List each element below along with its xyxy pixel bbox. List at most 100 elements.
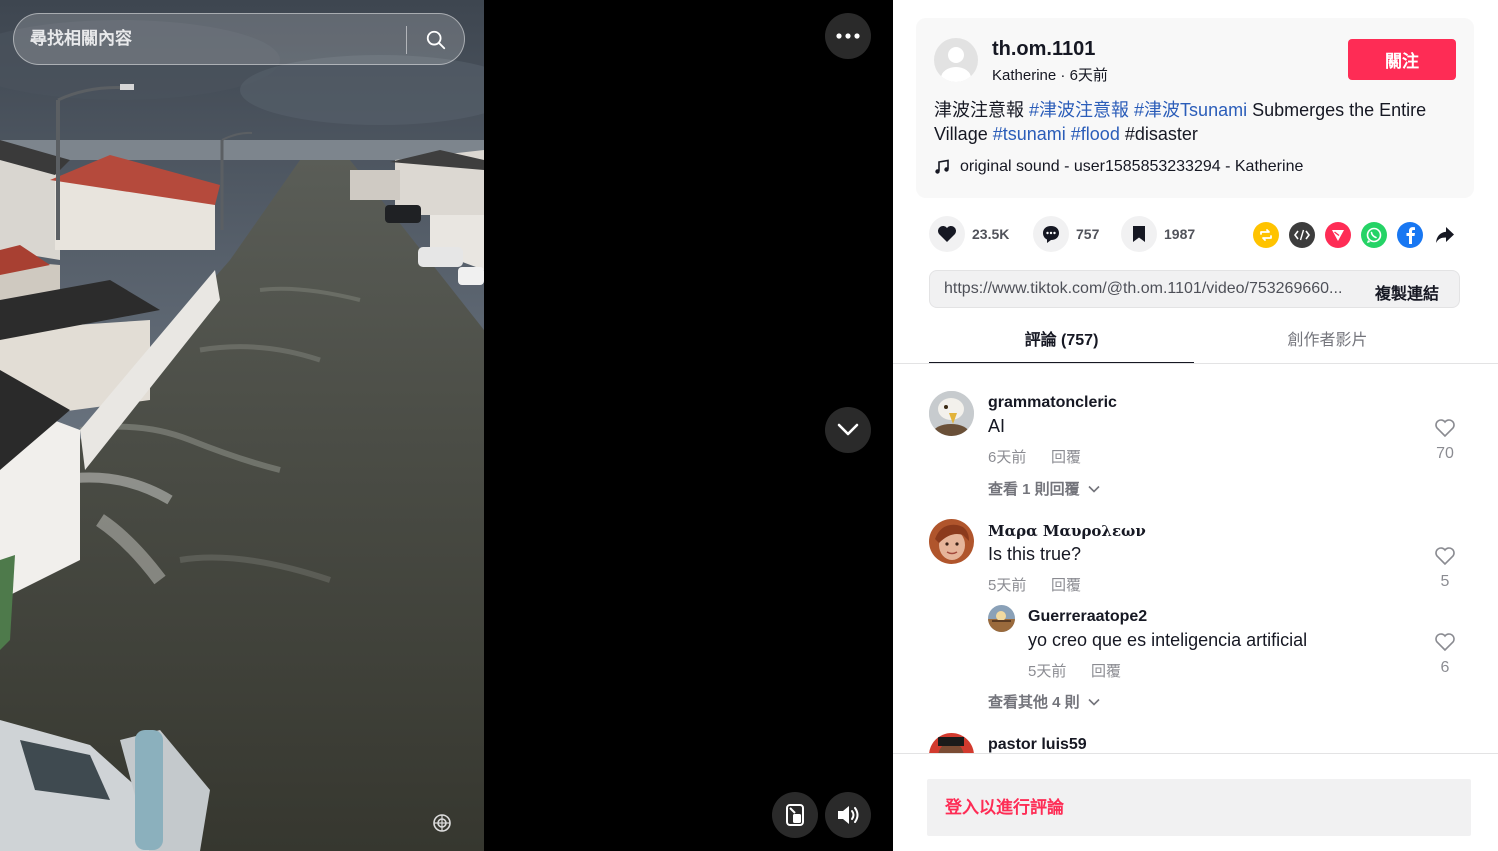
commenter-avatar[interactable] <box>929 519 974 564</box>
more-options-button[interactable] <box>825 13 871 59</box>
video-description: 津波注意報 #津波注意報 #津波Tsunami Submerges the En… <box>934 98 1459 146</box>
favorite-count: 1987 <box>1164 226 1196 242</box>
whatsapp-icon <box>1366 227 1382 243</box>
ellipsis-icon <box>836 33 860 39</box>
view-replies-button[interactable]: 查看 1 則回覆 <box>988 478 1100 499</box>
comment-like-count: 70 <box>1436 445 1454 462</box>
view-more-replies-button[interactable]: 查看其他 4 則 <box>988 691 1100 712</box>
heart-icon <box>938 226 956 242</box>
favorite-button[interactable]: 1987 <box>1121 216 1195 252</box>
hashtag-link[interactable]: #津波注意報 <box>1029 100 1129 120</box>
comment-icon-wrap <box>1033 216 1069 252</box>
video-link-box: https://www.tiktok.com/@th.om.1101/video… <box>929 270 1460 308</box>
comment-like-button[interactable]: 5 <box>1430 546 1460 591</box>
comment-time: 6天前 <box>988 449 1027 466</box>
share-arrow-icon <box>1436 227 1454 243</box>
video-frame[interactable] <box>0 0 484 851</box>
landscape-avatar-image <box>988 605 1015 632</box>
comment-list: grammatoncleric AI 6天前 回覆 70 查看 1 則回覆 Μα… <box>893 364 1498 753</box>
video-player[interactable] <box>0 0 893 851</box>
comment-like-button[interactable]: 70 <box>1430 418 1460 463</box>
send-to-friends-button[interactable] <box>1325 222 1351 248</box>
view-replies-label: 查看 1 則回覆 <box>988 481 1080 498</box>
flood-video-image <box>0 0 484 851</box>
embed-icon <box>1294 229 1310 241</box>
volume-button[interactable] <box>825 792 871 838</box>
embed-button[interactable] <box>1289 222 1315 248</box>
reply-time: 5天前 <box>1028 663 1067 680</box>
search-divider <box>406 26 407 54</box>
author-avatar[interactable] <box>934 38 978 82</box>
repost-icon <box>1260 229 1272 241</box>
next-video-button[interactable] <box>825 407 871 453</box>
view-more-replies-label: 查看其他 4 則 <box>988 694 1080 711</box>
commenter-avatar[interactable] <box>929 733 974 753</box>
comment-bubble-icon <box>1043 226 1059 243</box>
volume-icon <box>838 806 859 824</box>
author-nickname[interactable]: Katherine <box>992 67 1056 84</box>
music-title: original sound - user1585853233294 - Kat… <box>960 158 1304 175</box>
repost-button[interactable] <box>1253 222 1279 248</box>
floating-player-button[interactable] <box>772 792 818 838</box>
separator: · <box>1056 67 1070 84</box>
ai-generated-icon[interactable] <box>431 812 453 834</box>
search-button[interactable] <box>418 22 454 58</box>
default-avatar-icon <box>941 47 971 82</box>
comment-text: Is this true? <box>988 544 1082 564</box>
comment-button[interactable]: 757 <box>1033 216 1099 252</box>
comment-text: AI <box>988 416 1006 436</box>
author-info-card: th.om.1101 Katherine · 6天前 關注 津波注意報 #津波注… <box>916 18 1474 198</box>
facebook-icon <box>1406 227 1415 244</box>
reply-button[interactable]: 回覆 <box>1091 660 1121 681</box>
commenter-avatar[interactable] <box>929 391 974 436</box>
reply-button[interactable]: 回覆 <box>1051 446 1081 467</box>
tab-comments[interactable]: 評論 (757) <box>929 320 1194 364</box>
reply-avatar[interactable] <box>988 605 1015 632</box>
hashtag-link[interactable]: #flood <box>1071 124 1120 144</box>
search-icon <box>426 30 446 50</box>
whatsapp-share-button[interactable] <box>1361 222 1387 248</box>
comment-time: 5天前 <box>988 577 1027 594</box>
facebook-share-button[interactable] <box>1397 222 1423 248</box>
search-bar <box>13 13 465 65</box>
send-icon <box>1332 230 1344 241</box>
detail-tabs: 評論 (757) 創作者影片 <box>929 320 1460 364</box>
like-icon-wrap <box>929 216 965 252</box>
tab-creator-videos[interactable]: 創作者影片 <box>1195 320 1460 364</box>
comment-username[interactable]: pastor luis59 <box>988 736 1087 753</box>
comment-count: 757 <box>1076 226 1100 242</box>
reply-button[interactable]: 回覆 <box>1051 574 1081 595</box>
chevron-down-icon <box>1088 698 1100 706</box>
man-avatar-image <box>929 733 974 753</box>
comment-username[interactable]: Μαρα Μαυρολεων <box>988 522 1146 540</box>
video-detail-panel: th.om.1101 Katherine · 6天前 關注 津波注意報 #津波注… <box>893 0 1498 851</box>
like-count: 23.5K <box>972 226 1010 242</box>
description-text: #disaster <box>1119 124 1198 144</box>
comment-login-bar: 登入以進行評論 <box>893 753 1498 851</box>
comment-username[interactable]: grammatoncleric <box>988 394 1117 412</box>
copy-link-button[interactable]: 複製連結 <box>1375 280 1439 304</box>
floating-window-icon <box>786 804 804 826</box>
heart-outline-icon <box>1435 633 1455 652</box>
music-link[interactable]: original sound - user1585853233294 - Kat… <box>934 158 1303 176</box>
action-bar: 23.5K 757 1987 <box>929 216 1459 252</box>
chevron-down-icon <box>837 423 859 436</box>
reply-like-button[interactable]: 6 <box>1430 632 1460 677</box>
login-to-comment-button[interactable]: 登入以進行評論 <box>927 779 1471 836</box>
like-button[interactable]: 23.5K <box>929 216 1009 252</box>
eagle-avatar-image <box>929 391 974 436</box>
comment-like-count: 5 <box>1440 573 1450 590</box>
search-input[interactable] <box>30 14 400 64</box>
post-time: 6天前 <box>1069 67 1108 84</box>
more-share-button[interactable] <box>1432 222 1458 248</box>
video-url[interactable]: https://www.tiktok.com/@th.om.1101/video… <box>944 280 1359 298</box>
author-username[interactable]: th.om.1101 <box>992 38 1095 61</box>
bookmark-icon-wrap <box>1121 216 1157 252</box>
description-text: 津波注意報 <box>934 100 1030 120</box>
reply-username[interactable]: Guerreraatope2 <box>1028 608 1147 626</box>
hashtag-link[interactable]: #tsunami <box>993 124 1066 144</box>
follow-button[interactable]: 關注 <box>1348 39 1456 80</box>
reply-like-count: 6 <box>1440 659 1450 676</box>
chevron-down-icon <box>1088 485 1100 493</box>
hashtag-link[interactable]: #津波Tsunami <box>1134 100 1247 120</box>
